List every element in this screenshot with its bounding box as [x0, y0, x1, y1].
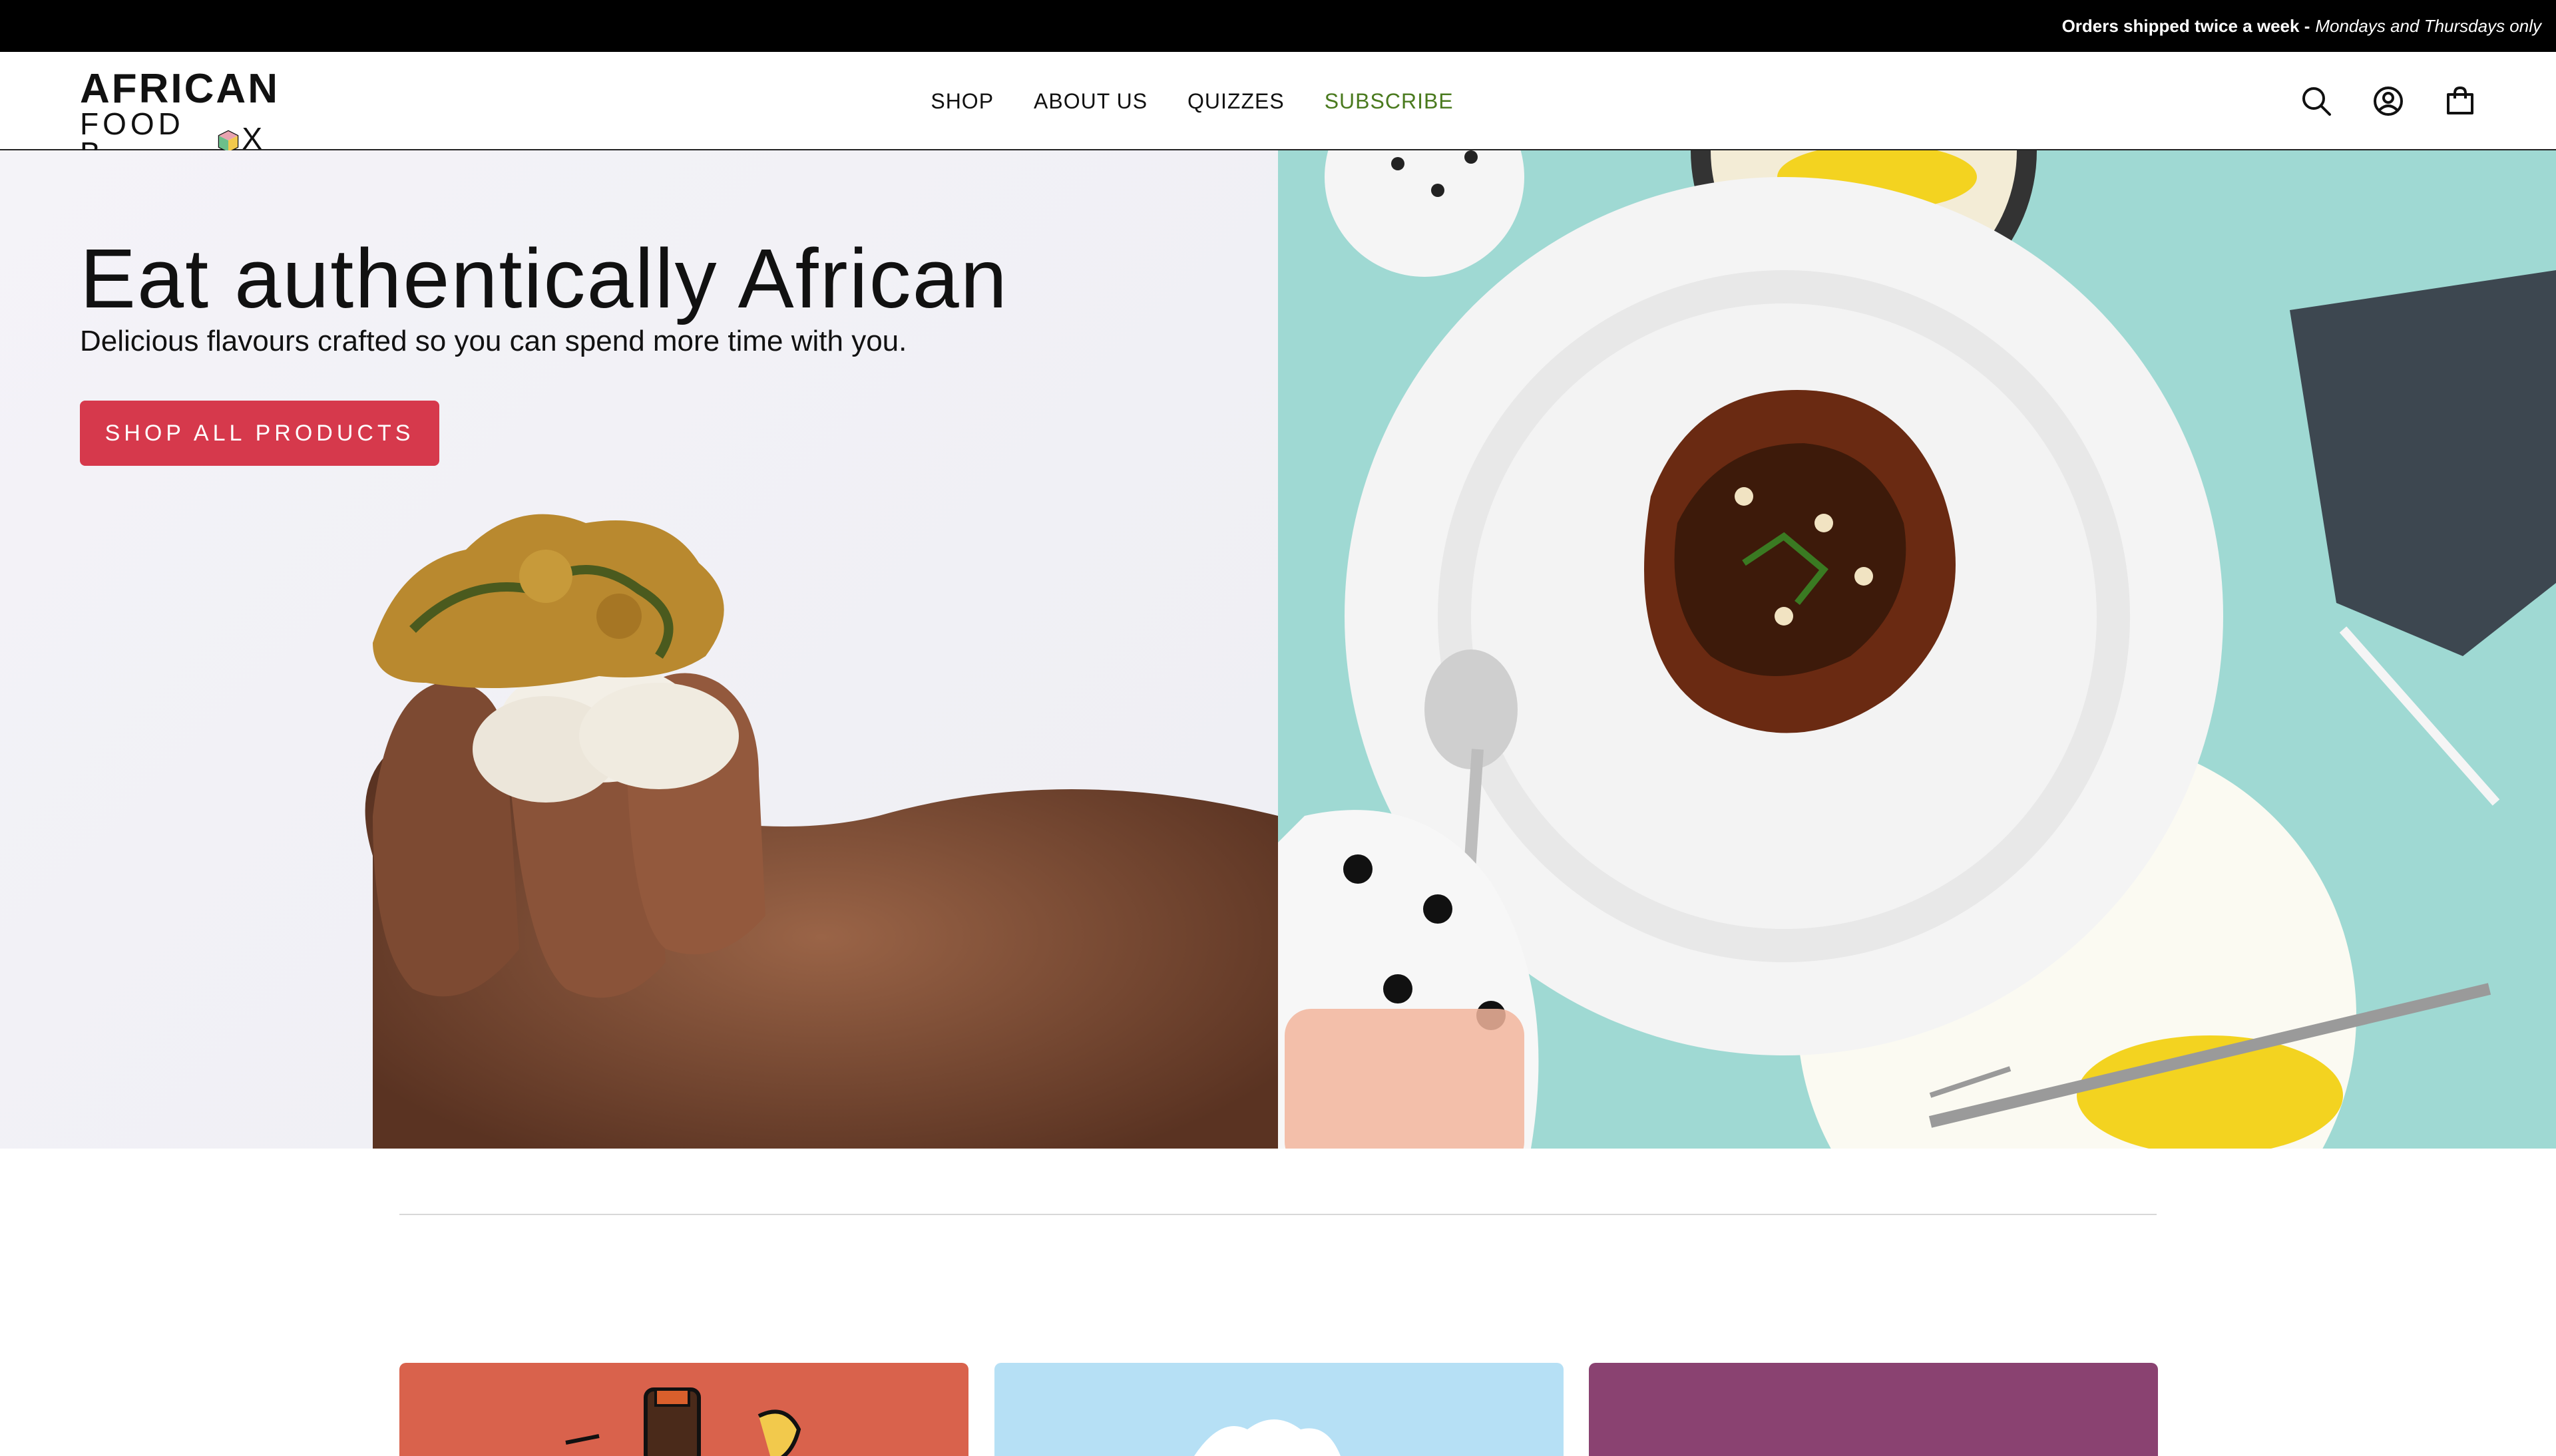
category-card-2[interactable] — [994, 1363, 1564, 1456]
stew-plate-illustration — [1278, 150, 2556, 1149]
hero-subtitle: Delicious flavours crafted so you can sp… — [80, 325, 907, 357]
card-1-illustration — [565, 1387, 801, 1456]
section-divider — [399, 1214, 2157, 1215]
site-header: AFRICAN FOOD B X SHOP ABOUT US QUIZZES S… — [0, 52, 2556, 169]
category-card-1[interactable] — [399, 1363, 968, 1456]
cart-icon[interactable] — [2443, 84, 2477, 118]
hero-banner: Eat authentically African Delicious flav… — [0, 150, 2556, 1149]
logo[interactable]: AFRICAN FOOD B X — [80, 66, 280, 169]
main-nav: SHOP ABOUT US QUIZZES SUBSCRIBE — [0, 52, 2556, 150]
search-icon[interactable] — [2299, 84, 2334, 118]
logo-line-2b: X — [242, 121, 266, 156]
account-icon[interactable] — [2371, 84, 2406, 118]
card-2-illustration — [1194, 1419, 1341, 1456]
shop-all-products-button[interactable]: SHOP ALL PRODUCTS — [80, 401, 439, 466]
nav-subscribe[interactable]: SUBSCRIBE — [1325, 89, 1454, 114]
category-card-3[interactable] — [1589, 1363, 2158, 1456]
announcement-emphasis: Mondays and Thursdays only — [2315, 15, 2541, 36]
announcement-strong: Orders shipped twice a week - — [2061, 15, 2310, 36]
logo-line-1: AFRICAN — [80, 66, 280, 112]
hero-title: Eat authentically African — [80, 232, 1008, 325]
announcement-bar: Orders shipped twice a week - Mondays an… — [0, 0, 2556, 52]
nav-quizzes[interactable]: QUIZZES — [1187, 89, 1285, 114]
logo-box-icon — [217, 127, 240, 153]
nav-about-us[interactable]: ABOUT US — [1034, 89, 1148, 114]
nav-shop[interactable]: SHOP — [931, 89, 994, 114]
hero-image-stew-plate — [1278, 150, 2556, 1149]
header-icons — [2299, 84, 2477, 118]
